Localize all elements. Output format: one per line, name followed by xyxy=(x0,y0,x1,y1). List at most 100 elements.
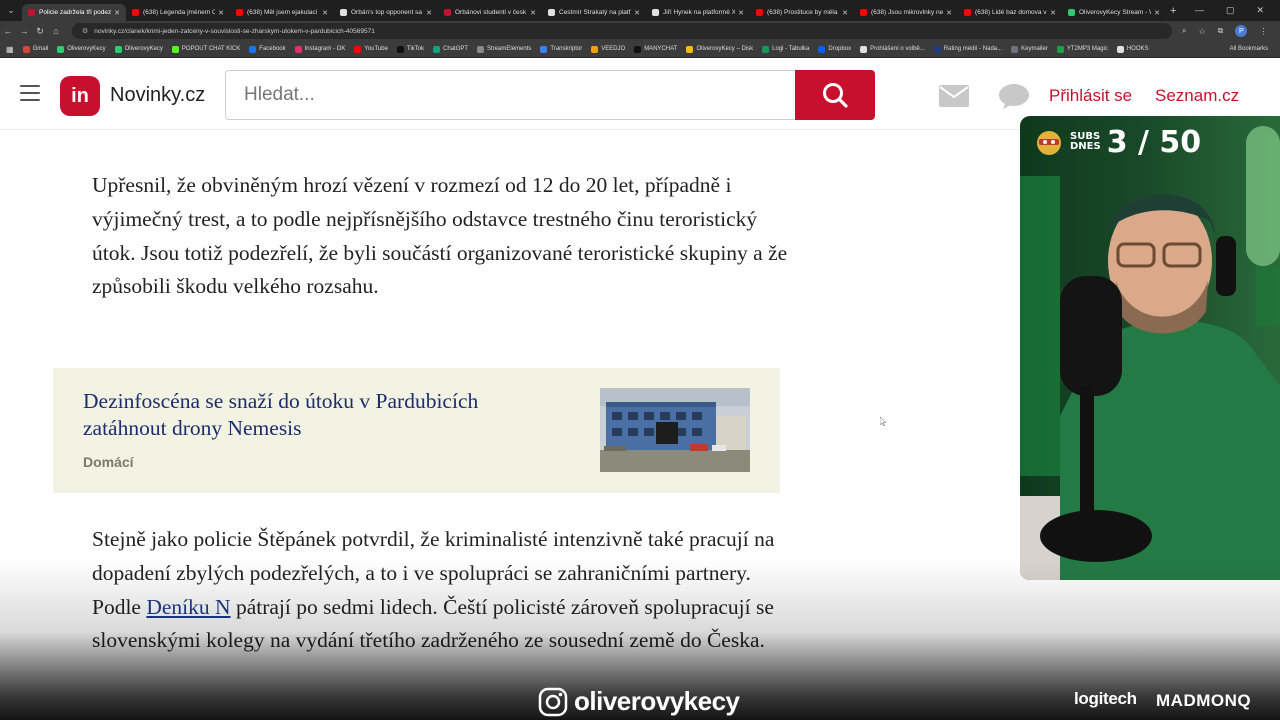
bookmark-label: MANYCHAT xyxy=(644,46,678,52)
tab-close-icon[interactable]: ✕ xyxy=(1154,9,1160,17)
maximize-icon[interactable]: ▢ xyxy=(1226,5,1235,16)
bookmark-item[interactable]: TikTok xyxy=(396,45,424,53)
webcam-feed xyxy=(1020,116,1280,580)
search-button[interactable] xyxy=(795,70,875,120)
browser-tab[interactable]: (638) Lidé baz domova v ✕ xyxy=(958,4,1062,21)
tab-close-icon[interactable]: ✕ xyxy=(322,9,328,17)
tab-close-icon[interactable]: ✕ xyxy=(738,9,744,17)
bookmark-item[interactable]: Dropbox xyxy=(818,45,852,53)
all-bookmarks-link[interactable]: All Bookmarks xyxy=(1230,46,1280,52)
browser-tab[interactable]: (638) Měl jsem ejakulaci z ✕ xyxy=(230,4,334,21)
bookmark-favicon-icon xyxy=(1056,45,1064,53)
forward-icon[interactable]: → xyxy=(16,26,32,36)
bookmark-label: OliverovyKecy xyxy=(124,46,163,52)
browser-tab[interactable]: Orbánovi studenti v česk ✕ xyxy=(438,4,542,21)
bookmark-item[interactable]: Prohlášení o volbě... xyxy=(860,45,925,53)
bookmark-label: POPOUT CHAT KICK xyxy=(181,46,241,52)
tab-search-icon[interactable]: ⌄ xyxy=(0,0,22,21)
apps-icon[interactable]: ▦ xyxy=(6,45,14,54)
tab-close-icon[interactable]: ✕ xyxy=(218,9,224,17)
bookmark-item[interactable]: StreamElements xyxy=(477,45,532,53)
bookmark-label: Instagram - OK xyxy=(304,46,346,52)
bookmark-item[interactable]: Facebook xyxy=(249,45,286,53)
back-icon[interactable]: ← xyxy=(0,26,16,36)
home-icon[interactable]: ⌂ xyxy=(48,26,64,36)
bookmark-label: Dropbox xyxy=(828,46,852,52)
minimize-icon[interactable]: — xyxy=(1195,5,1204,16)
deniku-n-link[interactable]: Deníku N xyxy=(146,595,230,619)
bookmark-item[interactable]: OliverovyKecy – Disk xyxy=(686,45,753,53)
tab-close-icon[interactable]: ✕ xyxy=(842,9,848,17)
bookmark-item[interactable]: ChatGPT xyxy=(433,45,468,53)
mail-icon[interactable] xyxy=(938,84,970,108)
bookmark-item[interactable]: OliverovyKecy xyxy=(114,45,163,53)
instagram-handle-text: oliverovykecy xyxy=(574,686,740,716)
bookmark-item[interactable]: YT2MP3 Magic xyxy=(1056,45,1108,53)
url-text: novinky.cz/clanek/krimi-jeden-zatceny-v-… xyxy=(94,27,375,35)
tab-title: OliverovyKecy Stream - W xyxy=(1079,9,1152,16)
reload-icon[interactable]: ↻ xyxy=(32,26,48,37)
bookmark-favicon-icon xyxy=(57,45,65,53)
novinky-logo[interactable]: in xyxy=(60,76,100,116)
bookmark-label: Rating médií - Nada... xyxy=(943,46,1003,52)
browser-tab[interactable]: Orbán's top opponent sa ✕ xyxy=(334,4,438,21)
browser-tab[interactable]: OliverovyKecy Stream - W ✕ xyxy=(1062,4,1166,21)
bookmark-item[interactable]: POPOUT CHAT KICK xyxy=(171,45,241,53)
bookmark-item[interactable]: Logi - Tabulka xyxy=(762,45,810,53)
new-tab-button[interactable]: + xyxy=(1170,5,1176,17)
tab-close-icon[interactable]: ✕ xyxy=(114,9,120,17)
search-input[interactable] xyxy=(225,70,795,120)
bookmark-item[interactable]: Transkriptor xyxy=(540,45,582,53)
bookmark-item[interactable]: Keymailer xyxy=(1011,45,1048,53)
tab-favicon-icon xyxy=(548,9,555,16)
extensions-icon[interactable]: ⧉ xyxy=(1218,26,1224,36)
bookmark-item[interactable]: HOOKS xyxy=(1116,45,1149,53)
browser-tab[interactable]: Čestmír Strakatý na platf ✕ xyxy=(542,4,646,21)
login-link[interactable]: Přihlásit se xyxy=(1049,86,1132,106)
browser-tab[interactable]: Policie zadržela tři podezř ✕ xyxy=(22,4,126,21)
profile-avatar[interactable]: P xyxy=(1235,25,1248,37)
tab-close-icon[interactable]: ✕ xyxy=(1050,9,1056,17)
browser-tab[interactable]: (638) Legenda jménem O ✕ xyxy=(126,4,230,21)
bookmark-star-icon[interactable]: ☆ xyxy=(1198,27,1205,36)
bookmark-label: HOOKS xyxy=(1126,46,1149,52)
close-window-icon[interactable]: ✕ xyxy=(1256,5,1264,16)
browser-menu-icon[interactable]: ⋮ xyxy=(1259,27,1267,36)
tab-close-icon[interactable]: ✕ xyxy=(426,9,432,17)
menu-icon[interactable] xyxy=(20,85,40,101)
related-article-title[interactable]: Dezinfoscéna se snaží do útoku v Pardubi… xyxy=(83,388,563,442)
bookmark-label: Gmail xyxy=(32,46,49,52)
bookmark-item[interactable]: Rating médií - Nada... xyxy=(933,45,1003,53)
chat-icon[interactable] xyxy=(998,82,1030,110)
related-article-card[interactable]: Dezinfoscéna se snaží do útoku v Pardubi… xyxy=(53,368,780,493)
browser-tab[interactable]: (638) Jsou mikrovlnky ne ✕ xyxy=(854,4,958,21)
bookmark-item[interactable]: Gmail xyxy=(22,45,49,53)
bookmark-item[interactable]: Instagram - OK xyxy=(294,45,346,53)
bookmark-item[interactable]: YouTube xyxy=(354,45,388,53)
tab-favicon-icon xyxy=(132,9,139,16)
bookmark-label: Logi - Tabulka xyxy=(772,46,810,52)
bookmark-item[interactable]: MANYCHAT xyxy=(634,45,678,53)
browser-tab[interactable]: Jiří Hynek na platformě X ✕ xyxy=(646,4,750,21)
tab-close-icon[interactable]: ✕ xyxy=(530,9,536,17)
bookmark-item[interactable]: VEEDJO xyxy=(591,45,625,53)
bookmark-favicon-icon xyxy=(433,45,441,53)
bookmark-favicon-icon xyxy=(933,45,941,53)
browser-tab[interactable]: (638) Prostituce by měla ✕ xyxy=(750,4,854,21)
seznam-link[interactable]: Seznam.cz xyxy=(1155,86,1239,106)
site-info-icon[interactable]: ⚙ xyxy=(82,27,88,35)
bookmark-favicon-icon xyxy=(540,45,548,53)
subs-label: SUBS DNES xyxy=(1070,131,1101,152)
url-field[interactable]: ⚙ novinky.cz/clanek/krimi-jeden-zatceny-… xyxy=(72,23,1172,39)
bookmark-label: Prohlášení o volbě... xyxy=(870,46,925,52)
related-article-image[interactable] xyxy=(600,388,750,472)
subs-goal-widget: SUBS DNES 3 / 50 xyxy=(1034,122,1201,162)
zoom-icon[interactable]: ⌕ xyxy=(1182,26,1186,36)
tab-title: (638) Měl jsem ejakulaci z xyxy=(247,9,320,16)
bookmark-label: StreamElements xyxy=(487,46,532,52)
bookmark-favicon-icon xyxy=(762,45,770,53)
bookmark-item[interactable]: OliverovyKecy xyxy=(57,45,106,53)
logo-text[interactable]: Novinky.cz xyxy=(110,84,205,107)
tab-close-icon[interactable]: ✕ xyxy=(634,9,640,17)
tab-close-icon[interactable]: ✕ xyxy=(946,9,952,17)
